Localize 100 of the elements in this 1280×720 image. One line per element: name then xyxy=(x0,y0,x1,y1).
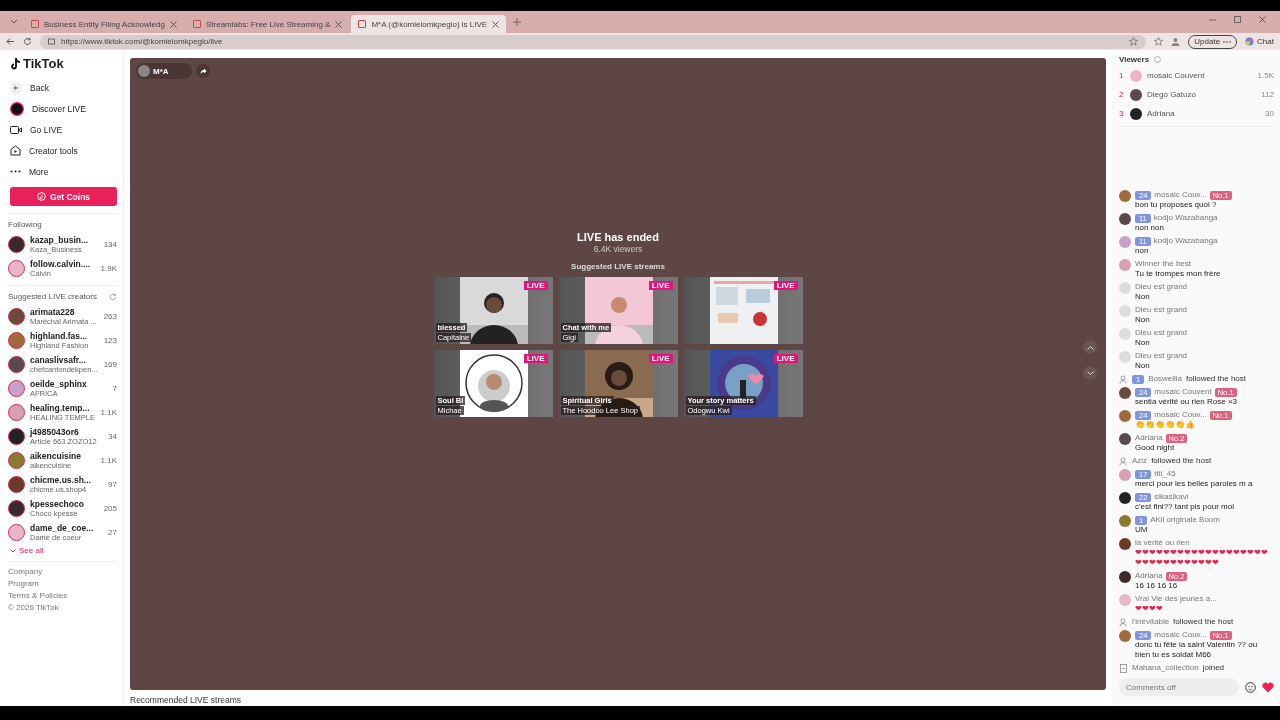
tab-close-icon[interactable] xyxy=(169,20,177,28)
chat-username[interactable]: Dieu est grand xyxy=(1135,351,1188,361)
live-ended-title: LIVE has ended xyxy=(577,231,659,243)
chat-message: Tu te trompes mon frère xyxy=(1135,269,1222,279)
next-button[interactable] xyxy=(1083,366,1097,380)
viewer-avatar[interactable] xyxy=(1130,88,1142,101)
creator-name[interactable]: dame_de_coe... xyxy=(30,522,104,533)
creator-name[interactable]: canaslivsafr... xyxy=(30,354,99,365)
creator-avatar[interactable] xyxy=(8,307,25,325)
tab-close-icon[interactable] xyxy=(492,20,500,28)
emoji-icon[interactable] xyxy=(1245,681,1256,693)
chat-username[interactable]: kodjo Wazabanga xyxy=(1153,236,1218,246)
address-bar[interactable]: https://www.tiktok.com/@komielomkpeglo/live xyxy=(40,34,1147,49)
footer-link[interactable]: Company xyxy=(8,567,117,576)
chat-button[interactable]: Chat xyxy=(1245,37,1274,46)
footer-link[interactable]: Terms & Policies xyxy=(8,591,117,600)
creator-name[interactable]: arimata228 xyxy=(30,306,99,317)
chat-avatar[interactable] xyxy=(1119,571,1131,583)
creator-name[interactable]: healing.temp... xyxy=(30,402,96,413)
chat-username[interactable]: AKil originale Boom xyxy=(1150,515,1220,525)
nav-item[interactable]: Discover LIVE xyxy=(8,98,117,119)
tab-close-icon[interactable] xyxy=(335,20,343,28)
creator-avatar[interactable] xyxy=(8,427,25,445)
nav-item[interactable]: Back xyxy=(8,77,117,98)
rank-number: 2 xyxy=(1119,90,1125,99)
chat-avatar[interactable] xyxy=(1119,213,1131,225)
chat-username[interactable]: Dieu est grand xyxy=(1135,305,1188,315)
browser-tab[interactable]: Streamlabs: Free Live Streaming & xyxy=(185,15,350,33)
creator-avatar[interactable] xyxy=(8,235,25,253)
new-tab-icon[interactable] xyxy=(512,17,523,27)
person-icon xyxy=(1119,617,1128,627)
chat-username[interactable]: mosaic Couv... xyxy=(1154,190,1207,200)
refresh-icon[interactable] xyxy=(109,292,117,301)
creator-name[interactable]: chicme.us.sh... xyxy=(30,474,104,485)
chat-avatar[interactable] xyxy=(1119,492,1131,504)
chat-username[interactable]: la vérité ou rien xyxy=(1135,538,1190,548)
chat-avatar[interactable] xyxy=(1119,387,1131,399)
creator-avatar[interactable] xyxy=(8,355,25,373)
chat-username[interactable]: Dieu est grand xyxy=(1135,328,1188,338)
creator-name[interactable]: highland.fas... xyxy=(30,330,99,341)
chat-username[interactable]: mosaic Couv... xyxy=(1154,630,1207,640)
heart-icon[interactable] xyxy=(1262,681,1274,693)
chat-username[interactable]: sikasikavi xyxy=(1154,492,1189,502)
chat-username[interactable]: Winner the best xyxy=(1135,259,1192,269)
back-icon[interactable] xyxy=(6,37,15,46)
nav-item[interactable]: More xyxy=(8,161,117,182)
see-all-link[interactable]: See all xyxy=(10,546,117,555)
nav-item[interactable]: Creator tools xyxy=(8,140,117,161)
chat-username[interactable]: Mahana_collection xyxy=(1132,663,1199,673)
host-pill[interactable]: M*A xyxy=(136,63,192,79)
creator-name[interactable]: kpessechoco xyxy=(30,498,99,509)
person-icon xyxy=(1119,456,1128,466)
footer-link[interactable]: Program xyxy=(8,579,117,588)
more-icon xyxy=(10,170,21,173)
chat-username[interactable]: Dieu est grand xyxy=(1135,282,1188,292)
chat-username[interactable]: Aziz xyxy=(1132,456,1148,466)
previous-button[interactable] xyxy=(1083,340,1097,354)
viewer-name[interactable]: Adriana xyxy=(1147,109,1261,118)
chat-username[interactable]: Adriana xyxy=(1135,571,1163,581)
viewer-count: 263 xyxy=(103,311,117,321)
viewer-name[interactable]: Diego Gatuzo xyxy=(1147,90,1257,99)
browser-tab[interactable]: M*A (@komielomkpeglo) is LIVE xyxy=(351,15,507,33)
chat-username[interactable]: Adriana xyxy=(1135,433,1163,443)
site-info-icon[interactable] xyxy=(48,38,55,45)
creator-name[interactable]: j4985043or6 xyxy=(30,426,104,437)
chat-message: Non xyxy=(1135,338,1151,348)
creator-name[interactable]: aikencuisine xyxy=(30,450,96,461)
close-icon[interactable] xyxy=(1259,15,1266,23)
creator-avatar[interactable] xyxy=(8,475,25,493)
star-icon[interactable] xyxy=(1129,37,1139,46)
video-camera-icon xyxy=(10,124,22,135)
browser-tab[interactable]: Business Entity Filing Acknowledg xyxy=(24,15,184,33)
logo-text[interactable]: TikTok xyxy=(23,56,64,71)
chat-username[interactable]: titi_45 xyxy=(1154,469,1176,479)
chat-username[interactable]: mosaic Couvent xyxy=(1154,387,1212,397)
viewer-name[interactable]: mosaic Couvent xyxy=(1147,71,1253,80)
chat-username[interactable]: kodjo Wazabanga xyxy=(1153,213,1218,223)
viewer-count: 134 xyxy=(103,239,117,249)
chat-username[interactable]: Vrai Vie des jeunes a... xyxy=(1135,594,1217,604)
chat-avatar[interactable] xyxy=(1119,538,1131,550)
stream-card[interactable]: LIVE xyxy=(683,277,803,344)
maximize-icon[interactable] xyxy=(1234,15,1241,23)
favorites-icon[interactable] xyxy=(1154,37,1164,46)
share-button[interactable] xyxy=(196,64,210,78)
chat-username[interactable]: Boswellia xyxy=(1148,374,1182,384)
creator-name[interactable]: kazap_busin... xyxy=(30,234,99,245)
viewer-avatar[interactable] xyxy=(1130,107,1142,120)
chat-username[interactable]: l'inévitable xyxy=(1132,617,1170,627)
creator-avatar[interactable] xyxy=(8,499,25,517)
chat-username[interactable]: mosaic Couv... xyxy=(1154,410,1207,420)
chat-message: ❤❤❤❤ xyxy=(1135,604,1164,614)
creator-name[interactable]: follow.calvin.... xyxy=(30,258,96,269)
creator-name[interactable]: oeilde_sphinx xyxy=(30,378,108,389)
profile-icon[interactable] xyxy=(1171,37,1181,46)
viewer-score: 30 xyxy=(1265,109,1274,118)
get-coins-button[interactable]: Get Coins xyxy=(10,187,117,206)
reload-icon[interactable] xyxy=(23,37,32,46)
nav-item[interactable]: Go LIVE xyxy=(8,119,117,140)
event-text: followed the host xyxy=(1151,456,1212,466)
chat-avatar[interactable] xyxy=(1119,433,1131,445)
